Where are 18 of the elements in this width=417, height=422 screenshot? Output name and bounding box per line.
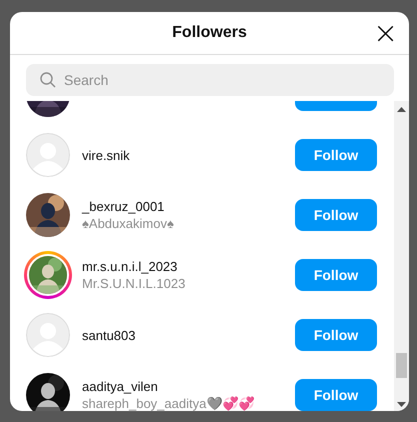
search-field[interactable]: Search [26, 64, 394, 96]
dialog-title: Followers [172, 24, 247, 42]
username[interactable]: vire.snik [82, 148, 295, 162]
username[interactable]: _bexruz_0001 [82, 199, 295, 214]
full-name: ♠Abduxakimov♠ [82, 216, 175, 231]
username[interactable]: aaditya_vilen [82, 379, 295, 394]
full-name: Mr.S.U.N.I.L.1023 [82, 276, 186, 291]
scroll-down-icon[interactable] [397, 402, 406, 407]
scroll-up-icon[interactable] [397, 107, 406, 112]
scrollbar[interactable] [394, 101, 409, 411]
avatar-icon [26, 133, 70, 177]
avatar-icon [26, 313, 70, 357]
story-ring[interactable] [24, 251, 72, 299]
username[interactable]: santu803 [82, 328, 295, 342]
username[interactable]: mr.s.u.n.i.l_2023 [82, 259, 295, 274]
full-name: shareph_boy_aaditya🩶💞💞 [82, 396, 256, 411]
close-button[interactable]: × [373, 23, 395, 45]
scroll-thumb[interactable] [396, 353, 407, 378]
